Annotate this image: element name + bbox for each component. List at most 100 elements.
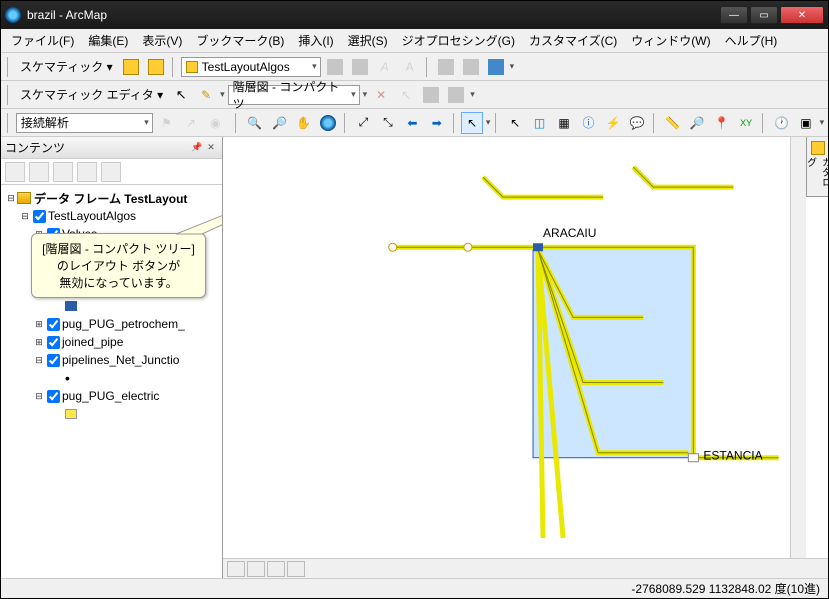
select-elements-icon[interactable]: ↖ <box>461 112 482 134</box>
combo-text-2: 階層図 - コンパクトツ <box>233 78 341 112</box>
pan-icon[interactable]: ✋ <box>293 112 314 134</box>
tree-root[interactable]: ⊟ データ フレーム TestLayout <box>5 189 218 207</box>
zoom-out-icon[interactable]: 🔍 <box>268 112 289 134</box>
layer-junctions[interactable]: ⊟pipelines_Net_Junctio <box>5 351 218 369</box>
layer-petrochem[interactable]: ⊞pug_PUG_petrochem_ <box>5 315 218 333</box>
clear-selection-icon[interactable]: ◫ <box>529 112 550 134</box>
toc-view-buttons <box>1 159 222 185</box>
catalog-icon <box>811 141 825 155</box>
find-icon[interactable]: 🔎 <box>686 112 707 134</box>
menu-select[interactable]: 選択(S) <box>342 29 394 52</box>
titlebar: brazil - ArcMap — ▭ ✕ <box>1 1 828 29</box>
toc-tree: [階層図 - コンパクト ツリー] のレイアウト ボタンが 無効になっています。… <box>1 185 222 578</box>
list-by-drawing-icon[interactable] <box>5 162 25 182</box>
gas-plants-swatch <box>5 297 218 315</box>
goto-xy-icon[interactable]: XY <box>735 112 756 134</box>
identify-icon[interactable]: ⓘ <box>578 112 599 134</box>
layout-algorithm-combo[interactable]: 階層図 - コンパクトツ <box>228 85 360 105</box>
back-extent-icon[interactable]: ⬅ <box>402 112 423 134</box>
statusbar: -2768089.529 1132848.02 度(10進) <box>1 578 828 598</box>
toc-header: コンテンツ 📌 ✕ <box>1 137 222 159</box>
layer-electric[interactable]: ⊟pug_PUG_electric <box>5 387 218 405</box>
layer-checkbox[interactable] <box>47 336 60 349</box>
group-label: TestLayoutAlgos <box>48 209 136 223</box>
app-icon <box>5 7 21 23</box>
window-title: brazil - ArcMap <box>27 8 720 22</box>
select-by-attr-icon[interactable]: ▦ <box>553 112 574 134</box>
maximize-button[interactable]: ▭ <box>750 6 778 24</box>
time-slider-icon[interactable]: 🕐 <box>771 112 792 134</box>
menu-file[interactable]: ファイル(F) <box>5 29 80 52</box>
schematic-template-combo[interactable]: TestLayoutAlgos <box>181 57 321 77</box>
coordinates-readout: -2768089.529 1132848.02 度(10進) <box>631 580 820 597</box>
list-by-source-icon[interactable] <box>29 162 49 182</box>
layer-checkbox[interactable] <box>47 390 60 403</box>
group-checkbox[interactable] <box>33 210 46 223</box>
find-route-icon[interactable]: 📍 <box>711 112 732 134</box>
electric-swatch <box>5 405 218 423</box>
catalog-tab[interactable]: カタログ <box>806 137 828 197</box>
toc-close-icon[interactable]: ✕ <box>204 141 218 155</box>
propagate-btn-3[interactable] <box>485 56 507 78</box>
measure-icon[interactable]: 📏 <box>662 112 683 134</box>
callout-line2: 無効になっています。 <box>40 274 197 291</box>
menu-help[interactable]: ヘルプ(H) <box>719 29 784 52</box>
data-view-tab[interactable] <box>227 561 245 577</box>
menubar: ファイル(F) 編集(E) 表示(V) ブックマーク(B) 挿入(I) 選択(S… <box>1 29 828 53</box>
schematic-editor-dropdown[interactable]: スケマティック エディタ ▾ <box>16 86 167 103</box>
layout-view-tab[interactable] <box>247 561 265 577</box>
layout-btn-2 <box>349 56 371 78</box>
combo-text: TestLayoutAlgos <box>202 60 290 74</box>
toc-panel: コンテンツ 📌 ✕ [階層図 - コンパクト ツリー] のレイアウト ボタンが … <box>1 137 223 578</box>
trace-btn-2: ↗ <box>180 112 201 134</box>
menu-customize[interactable]: カスタマイズ(C) <box>523 29 623 52</box>
tree-group[interactable]: ⊟ TestLayoutAlgos <box>5 207 218 225</box>
toolbar-standard: 接続解析 ⚑ ↗ ◉ 🔍 🔍 ✋ ⤢ ⤡ ⬅ ➡ ↖ ▾ ↖ ◫ ▦ ⓘ ⚡ 💬… <box>1 109 828 137</box>
vertical-scrollbar[interactable] <box>790 137 806 558</box>
list-by-visibility-icon[interactable] <box>53 162 73 182</box>
layout-btn-1 <box>324 56 346 78</box>
layer-joined-pipe[interactable]: ⊞joined_pipe <box>5 333 218 351</box>
minimize-button[interactable]: — <box>720 6 748 24</box>
schematic-btn-1[interactable] <box>120 56 142 78</box>
full-extent-icon[interactable] <box>317 112 338 134</box>
layout-arrow-icon: ↖ <box>395 84 417 106</box>
schematic-dropdown[interactable]: スケマティック ▾ <box>16 58 117 75</box>
schematic-btn-2[interactable] <box>145 56 167 78</box>
callout-line1: [階層図 - コンパクト ツリー] のレイアウト ボタンが <box>40 240 197 274</box>
list-by-selection-icon[interactable] <box>77 162 97 182</box>
trace-btn-3: ◉ <box>205 112 226 134</box>
zoom-in-icon[interactable]: 🔍 <box>244 112 265 134</box>
close-button[interactable]: ✕ <box>780 6 824 24</box>
select-features-icon[interactable]: ↖ <box>504 112 525 134</box>
fixed-zoom-in-icon[interactable]: ⤢ <box>353 112 374 134</box>
menu-geoprocessing[interactable]: ジオプロセシング(G) <box>396 29 521 52</box>
refresh-icon[interactable] <box>267 561 285 577</box>
combo-text-3: 接続解析 <box>21 114 69 131</box>
propagate-btn-1 <box>435 56 457 78</box>
viewer-window-icon[interactable]: ▣ <box>795 112 816 134</box>
pause-icon[interactable] <box>287 561 305 577</box>
map-view[interactable]: ARACAIU ESTANCIA カタログ <box>223 137 828 578</box>
layer-checkbox[interactable] <box>47 354 60 367</box>
map-view-tabs <box>223 558 828 578</box>
menu-edit[interactable]: 編集(E) <box>82 29 134 52</box>
trace-btn-1: ⚑ <box>156 112 177 134</box>
hyperlink-icon[interactable]: ⚡ <box>602 112 623 134</box>
menu-view[interactable]: 表示(V) <box>136 29 188 52</box>
edit-pencil-icon[interactable]: ✎ <box>195 84 217 106</box>
menu-insert[interactable]: 挿入(I) <box>292 29 339 52</box>
html-popup-icon[interactable]: 💬 <box>627 112 648 134</box>
menu-window[interactable]: ウィンドウ(W) <box>625 29 716 52</box>
layer-checkbox[interactable] <box>47 318 60 331</box>
label-estancia: ESTANCIA <box>703 449 762 463</box>
analysis-combo[interactable]: 接続解析 <box>16 113 153 133</box>
menu-bookmark[interactable]: ブックマーク(B) <box>190 29 290 52</box>
fwd-extent-icon[interactable]: ➡ <box>426 112 447 134</box>
options-icon[interactable] <box>101 162 121 182</box>
toc-pin-icon[interactable]: 📌 <box>190 141 204 155</box>
edit-cursor-icon[interactable]: ↖ <box>170 84 192 106</box>
fixed-zoom-out-icon[interactable]: ⤡ <box>377 112 398 134</box>
schematic-diagram: ARACAIU ESTANCIA <box>223 137 828 578</box>
text-btn-a: A <box>374 56 396 78</box>
